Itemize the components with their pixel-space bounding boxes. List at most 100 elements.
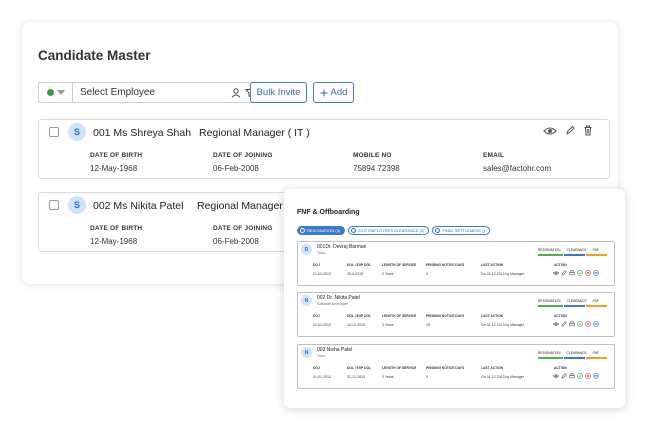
fnf-title: FNF & Offboarding <box>297 209 360 216</box>
pencil-icon[interactable] <box>561 270 567 276</box>
stage-resignation: RESIGNATION <box>538 248 561 252</box>
employee-name: 002 Dr. Nikita Patel <box>317 295 360 301</box>
check-circle-icon[interactable] <box>577 373 583 379</box>
stage-fnf: FNF <box>592 248 600 252</box>
trash-icon[interactable] <box>583 125 593 136</box>
print-icon[interactable] <box>569 373 575 379</box>
stage-labels: RESIGNATION CLEARANCE FNF <box>538 299 599 304</box>
notice-value: 0 <box>426 272 428 276</box>
mail-circle-icon[interactable] <box>593 321 599 327</box>
pencil-icon[interactable] <box>561 373 567 379</box>
avatar: S <box>68 196 86 214</box>
bulk-invite-button[interactable]: Bulk Invite <box>250 82 307 103</box>
person-icon[interactable] <box>231 87 241 98</box>
length-header: LENGTH OF SERVICE <box>382 366 417 370</box>
doj-value: 01-01-2012 <box>313 375 331 379</box>
last-action-value: On 31-12-2013 by Manager <box>481 375 524 379</box>
eye-icon[interactable] <box>553 373 559 379</box>
tab-label: EXIT EMPLOYEES CLEARANCE (3) <box>358 228 425 233</box>
dol-value: 30-9-2015 <box>347 272 363 276</box>
notice-header: PENDING NOTICE DAYS <box>426 263 465 267</box>
tab-exit-clearance[interactable]: EXIT EMPLOYEES CLEARANCE (3) <box>348 226 430 235</box>
tab-resignation[interactable]: RESIGNATION (3) <box>297 226 346 235</box>
fnf-list-item[interactable]: N 002 Dr. Nikita Patel Software Develope… <box>297 292 615 337</box>
eye-icon[interactable] <box>553 270 559 276</box>
last-action-value: On 24-12-2013 by Manager <box>481 272 524 276</box>
candidate-row[interactable]: S 001 Ms Shreya Shah Regional Manager ( … <box>38 119 610 179</box>
notice-value: 15 <box>426 323 430 327</box>
plus-icon <box>320 89 328 96</box>
add-button[interactable]: Add <box>313 82 354 103</box>
dol-value: 31-12-2013 <box>347 375 365 379</box>
length-value: 3 Years <box>382 323 394 327</box>
stage-progress <box>538 254 607 256</box>
dol-header: DOL / EXP DOL <box>347 263 372 267</box>
stage-labels: RESIGNATION CLEARANCE FNF <box>538 248 599 253</box>
candidate-name: 001 Ms Shreya Shah <box>93 127 192 139</box>
tab-final-settlement[interactable]: FINAL SETTLEMENT () <box>432 226 490 235</box>
employee-role: Software Developer <box>317 302 348 306</box>
stage-progress <box>538 305 607 307</box>
stage-bar-clearance <box>564 357 585 359</box>
mobile-label: MOBILE NO <box>353 152 392 159</box>
candidate-role: Regional Manager ( <box>197 200 290 212</box>
mail-circle-icon[interactable] <box>593 270 599 276</box>
stage-fnf: FNF <box>592 299 600 303</box>
doj-header: DOJ <box>313 314 320 318</box>
tab-label: RESIGNATION (3) <box>307 228 341 233</box>
close-circle-icon[interactable] <box>585 321 591 327</box>
page-title: Candidate Master <box>38 48 151 63</box>
avatar: S <box>68 123 86 141</box>
select-employee-input[interactable]: Select Employee <box>73 87 231 98</box>
status-filter-dropdown[interactable] <box>39 83 73 102</box>
length-value: 2 Years <box>382 375 394 379</box>
candidate-role: Regional Manager ( IT ) <box>199 127 310 139</box>
stage-bar-clearance <box>564 305 585 307</box>
doj-value: 06-Feb-2008 <box>213 237 259 246</box>
close-circle-icon[interactable] <box>585 373 591 379</box>
mobile-value: 75894 72398 <box>353 164 400 173</box>
avatar: N <box>301 347 312 358</box>
employee-selector[interactable]: Select Employee <box>38 82 262 103</box>
print-icon[interactable] <box>569 270 575 276</box>
email-label: EMAIL <box>483 152 505 159</box>
item-actions <box>553 270 599 276</box>
last-action-header: LAST ACTION <box>481 314 504 318</box>
row-checkbox[interactable] <box>49 127 59 137</box>
stage-bar-resignation <box>538 357 563 359</box>
action-header: ACTION <box>554 314 567 318</box>
length-header: LENGTH OF SERVICE <box>382 263 417 267</box>
doj-value: 06-Feb-2008 <box>213 164 259 173</box>
pencil-icon[interactable] <box>561 321 567 327</box>
dol-value: 15-12-2013 <box>347 323 365 327</box>
notice-header: PENDING NOTICE DAYS <box>426 366 465 370</box>
eye-icon[interactable] <box>553 321 559 327</box>
item-actions <box>553 321 599 327</box>
stage-bar-resignation <box>538 254 563 256</box>
pencil-icon[interactable] <box>565 125 575 136</box>
stage-clearance: CLEARANCE <box>566 248 587 252</box>
bulk-invite-label: Bulk Invite <box>256 87 301 98</box>
close-circle-icon[interactable] <box>585 270 591 276</box>
check-circle-icon[interactable] <box>577 321 583 327</box>
mail-circle-icon[interactable] <box>593 373 599 379</box>
action-header: ACTION <box>554 366 567 370</box>
stage-resignation: RESIGNATION <box>538 299 561 303</box>
status-dot-icon <box>46 89 54 96</box>
print-icon[interactable] <box>569 321 575 327</box>
length-value: 2 Years <box>382 272 394 276</box>
employee-name: 001Dr. Devraj Barman <box>317 244 367 250</box>
check-circle-icon[interactable] <box>577 270 583 276</box>
fnf-list-item[interactable]: N 003 Nisha Patel Tutor RESIGNATION CLEA… <box>297 344 615 389</box>
notice-value: 0 <box>426 375 428 379</box>
stage-bar-clearance <box>564 254 585 256</box>
length-header: LENGTH OF SERVICE <box>382 314 417 318</box>
dob-label: DATE OF BIRTH <box>90 225 143 232</box>
email-value: sales@factohr.com <box>483 164 552 173</box>
doj-value: 01-01-2012 <box>313 272 331 276</box>
row-checkbox[interactable] <box>49 200 59 210</box>
fnf-list-item[interactable]: D 001Dr. Devraj Barman Tutor RESIGNATION… <box>297 241 615 286</box>
fnf-offboarding-card: FNF & Offboarding RESIGNATION (3) EXIT E… <box>284 189 625 408</box>
eye-icon[interactable] <box>543 126 557 136</box>
employee-role: Tutor <box>317 251 326 255</box>
